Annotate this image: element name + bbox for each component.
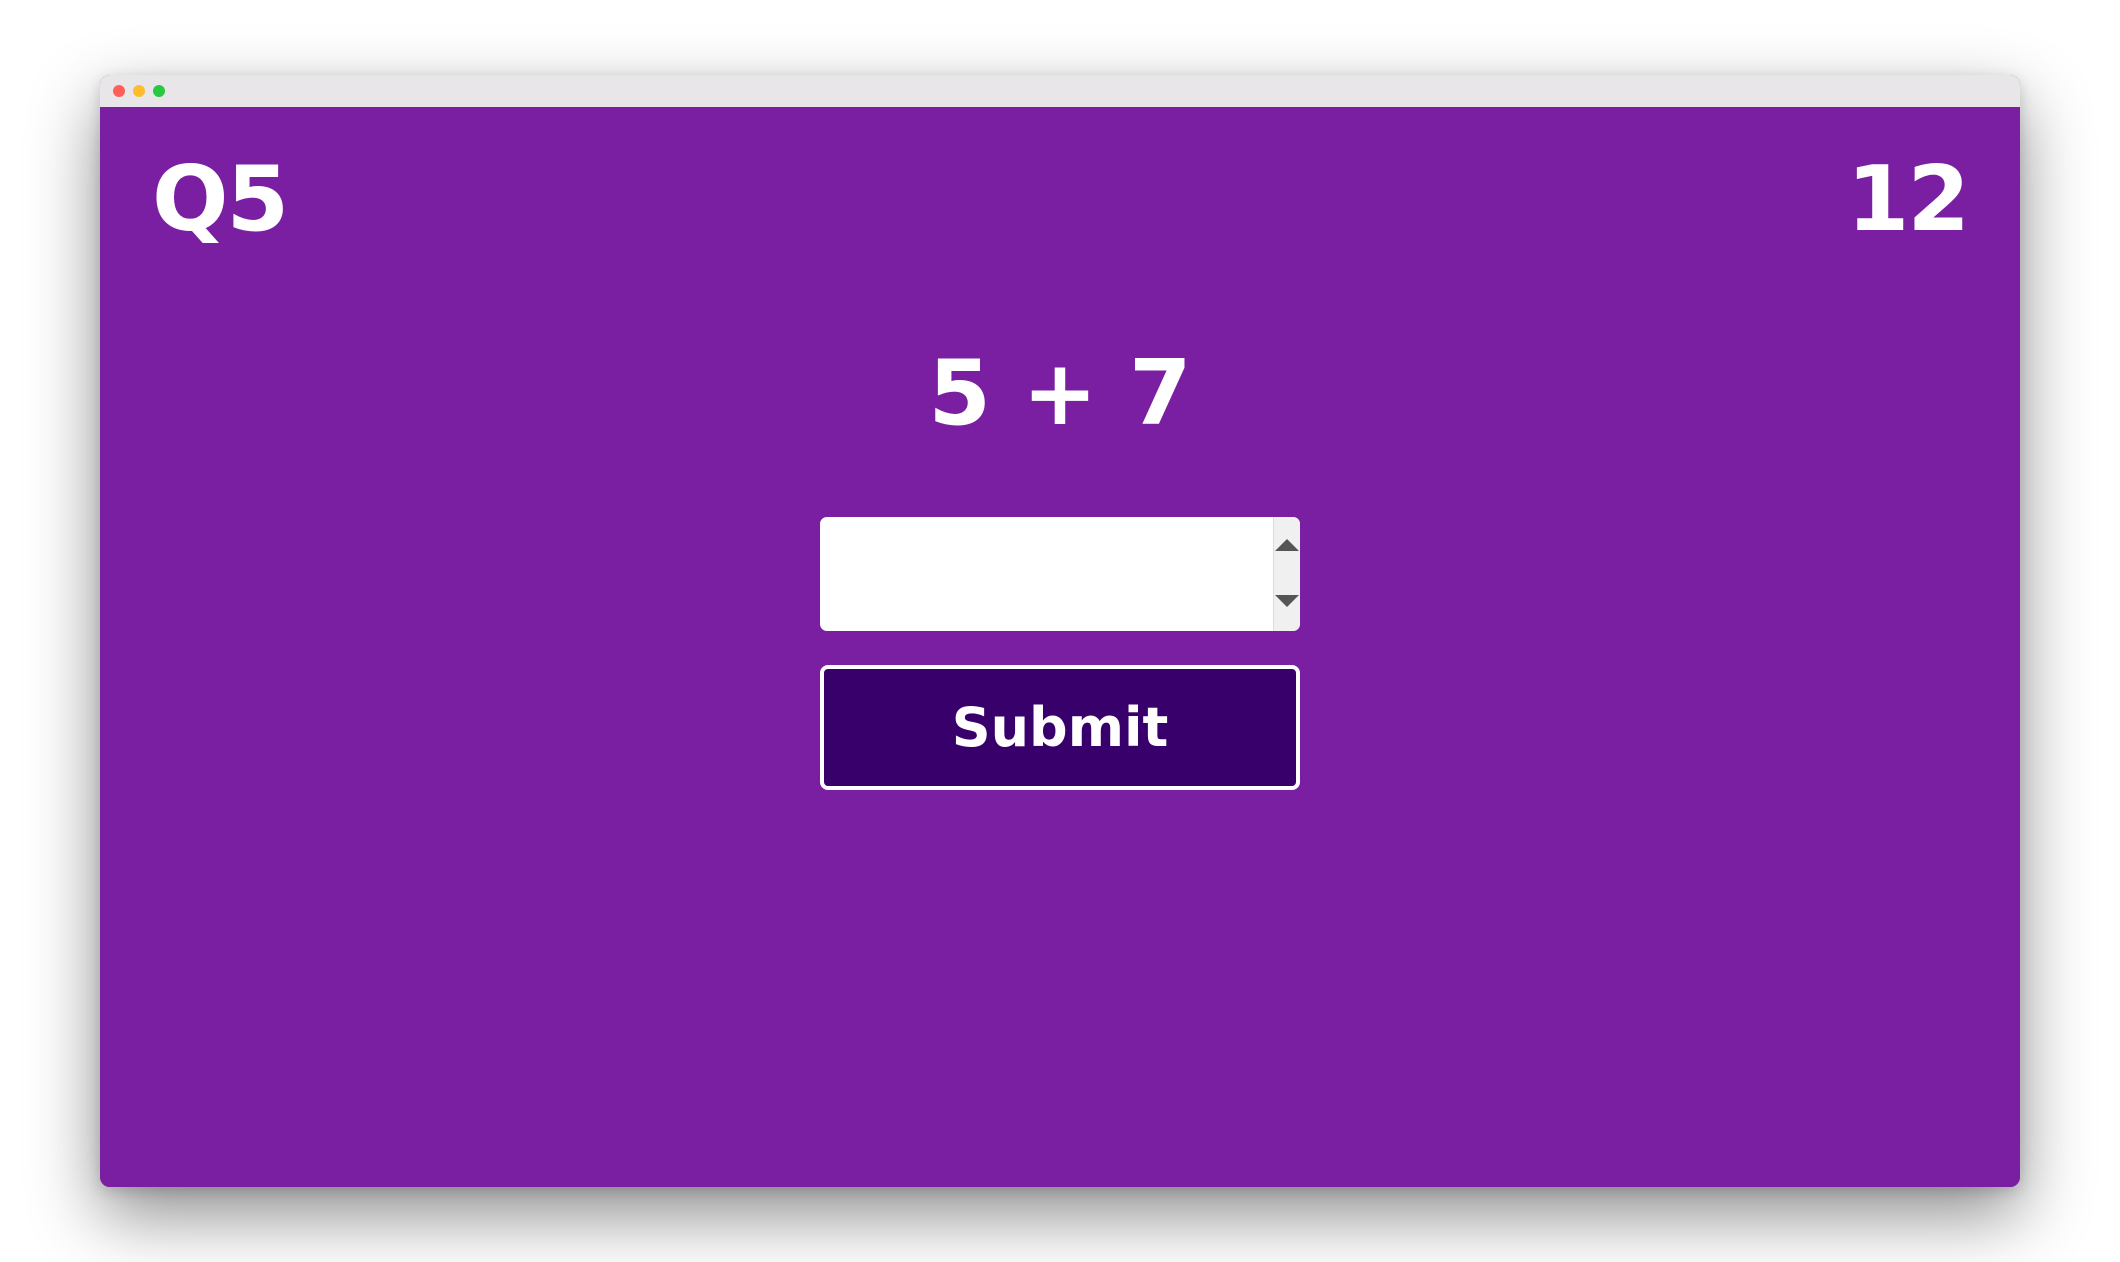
answer-input[interactable] [820,517,1272,631]
window-titlebar [100,75,2020,107]
maximize-window-button[interactable] [153,85,165,97]
arrow-down-icon [1275,595,1299,607]
score-display: 12 [1846,147,1970,252]
arrow-up-icon [1275,539,1299,551]
decrement-button[interactable] [1274,574,1300,631]
math-problem: 5 + 7 [928,341,1192,446]
minimize-window-button[interactable] [133,85,145,97]
increment-button[interactable] [1274,517,1300,574]
close-window-button[interactable] [113,85,125,97]
submit-button[interactable]: Submit [820,665,1300,790]
number-stepper[interactable] [1273,517,1300,631]
quiz-page: Q5 12 5 + 7 Submit [100,107,2020,1187]
answer-field[interactable] [820,517,1300,631]
browser-window: Q5 12 5 + 7 Submit [100,75,2020,1187]
question-number: Q5 [152,147,289,252]
